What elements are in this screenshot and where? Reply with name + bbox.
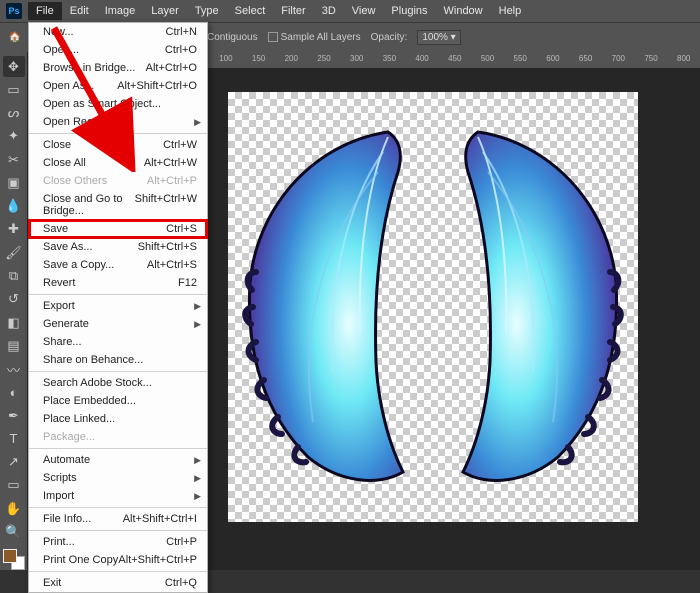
menuitem-open-as-smart-object[interactable]: Open as Smart Object... [29, 95, 207, 113]
tool-path[interactable]: ↗ [3, 452, 25, 473]
app-logo: Ps [6, 3, 22, 19]
menuitem-revert[interactable]: RevertF12 [29, 274, 207, 292]
menuitem-place-embedded[interactable]: Place Embedded... [29, 392, 207, 410]
menuitem-save[interactable]: SaveCtrl+S [29, 220, 207, 238]
menuitem-exit[interactable]: ExitCtrl+Q [29, 574, 207, 592]
tool-eraser[interactable]: ◧ [3, 312, 25, 333]
color-swatches[interactable] [3, 549, 25, 570]
tool-lasso[interactable]: ᔕ [3, 103, 25, 124]
menuitem-new[interactable]: New...Ctrl+N [29, 23, 207, 41]
menuitem-save-as[interactable]: Save As...Shift+Ctrl+S [29, 238, 207, 256]
file-menu-dropdown: New...Ctrl+NOpen...Ctrl+OBrowse in Bridg… [28, 22, 208, 593]
menuitem-print-one-copy[interactable]: Print One CopyAlt+Shift+Ctrl+P [29, 551, 207, 569]
menu-layer[interactable]: Layer [143, 2, 187, 20]
menuitem-close-all[interactable]: Close AllAlt+Ctrl+W [29, 154, 207, 172]
menuitem-export[interactable]: Export▶ [29, 297, 207, 315]
menu-filter[interactable]: Filter [273, 2, 313, 20]
menuitem-print[interactable]: Print...Ctrl+P [29, 533, 207, 551]
tool-rect[interactable]: ▭ [3, 475, 25, 496]
tool-marquee[interactable]: ▭ [3, 79, 25, 100]
menu-file[interactable]: File [28, 2, 62, 20]
tool-hand[interactable]: ✋ [3, 498, 25, 519]
opacity-label: Opacity: [371, 32, 408, 43]
menuitem-file-info[interactable]: File Info...Alt+Shift+Ctrl+I [29, 510, 207, 528]
menubar: Ps FileEditImageLayerTypeSelectFilter3DV… [0, 0, 700, 22]
menuitem-automate[interactable]: Automate▶ [29, 451, 207, 469]
tool-history[interactable]: ↺ [3, 289, 25, 310]
menuitem-share[interactable]: Share... [29, 333, 207, 351]
menuitem-save-a-copy[interactable]: Save a Copy...Alt+Ctrl+S [29, 256, 207, 274]
tool-pen[interactable]: ✒ [3, 405, 25, 426]
menuitem-place-linked[interactable]: Place Linked... [29, 410, 207, 428]
sample-all-checkbox[interactable]: Sample All Layers [268, 32, 361, 43]
tool-eyedrop[interactable]: 💧 [3, 196, 25, 217]
menu-select[interactable]: Select [227, 2, 274, 20]
menu-view[interactable]: View [344, 2, 384, 20]
opacity-field[interactable]: 100% ▾ [417, 30, 460, 45]
home-icon[interactable]: 🏠 [6, 29, 24, 47]
menuitem-close-others: Close OthersAlt+Ctrl+P [29, 172, 207, 190]
tool-blur[interactable]: 〰 [3, 358, 25, 379]
tool-stamp[interactable]: ⧉ [3, 265, 25, 286]
tool-crop[interactable]: ✂ [3, 149, 25, 170]
tool-brush[interactable]: 🖌 [3, 242, 25, 263]
menuitem-package: Package... [29, 428, 207, 446]
tool-dodge[interactable]: ◐ [3, 382, 25, 403]
menuitem-open[interactable]: Open...Ctrl+O [29, 41, 207, 59]
tool-wand[interactable]: ✦ [3, 126, 25, 147]
wings-image [238, 122, 628, 502]
tool-zoom[interactable]: 🔍 [3, 521, 25, 542]
tool-move[interactable]: ✥ [3, 56, 25, 77]
menu-type[interactable]: Type [187, 2, 227, 20]
menuitem-browse-in-bridge[interactable]: Browse in Bridge...Alt+Ctrl+O [29, 59, 207, 77]
menuitem-import[interactable]: Import▶ [29, 487, 207, 505]
tools-panel: ✥▭ᔕ✦✂▣💧✚🖌⧉↺◧▤〰◐✒T↗▭✋🔍 [0, 52, 28, 570]
menuitem-open-as[interactable]: Open As...Alt+Shift+Ctrl+O [29, 77, 207, 95]
menu-window[interactable]: Window [436, 2, 491, 20]
menuitem-scripts[interactable]: Scripts▶ [29, 469, 207, 487]
menuitem-close-and-go-to-bridge[interactable]: Close and Go to Bridge...Shift+Ctrl+W [29, 190, 207, 220]
menu-help[interactable]: Help [491, 2, 530, 20]
tool-type[interactable]: T [3, 428, 25, 449]
menuitem-open-recent[interactable]: Open Recent▶ [29, 113, 207, 131]
menu-3d[interactable]: 3D [314, 2, 344, 20]
menuitem-close[interactable]: CloseCtrl+W [29, 136, 207, 154]
tool-gradient[interactable]: ▤ [3, 335, 25, 356]
menuitem-search-adobe-stock[interactable]: Search Adobe Stock... [29, 374, 207, 392]
menu-plugins[interactable]: Plugins [383, 2, 435, 20]
menu-image[interactable]: Image [97, 2, 144, 20]
menu-edit[interactable]: Edit [62, 2, 97, 20]
tool-frame[interactable]: ▣ [3, 172, 25, 193]
tool-heal[interactable]: ✚ [3, 219, 25, 240]
menuitem-generate[interactable]: Generate▶ [29, 315, 207, 333]
menuitem-share-on-behance[interactable]: Share on Behance... [29, 351, 207, 369]
